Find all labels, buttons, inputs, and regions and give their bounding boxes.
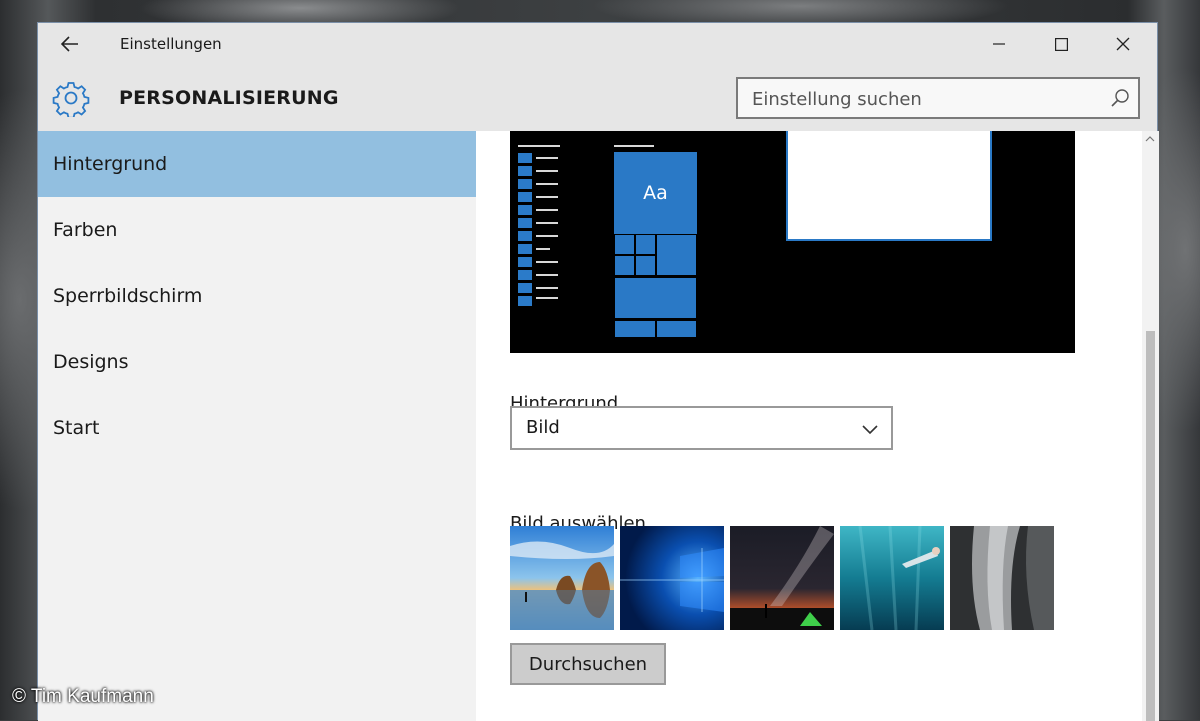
search-box[interactable] xyxy=(736,77,1140,119)
preview-list-icon xyxy=(518,270,532,280)
back-button[interactable] xyxy=(56,31,84,57)
preview-line xyxy=(536,157,558,159)
gear-icon xyxy=(52,82,90,117)
app-title: Einstellungen xyxy=(120,35,222,53)
preview-line xyxy=(536,297,558,299)
background-preview: Aa xyxy=(510,131,1075,353)
preview-line xyxy=(536,235,558,237)
preview-large-tile: Aa xyxy=(614,152,697,234)
preview-line xyxy=(536,248,550,250)
preview-small-tile xyxy=(656,320,697,338)
sidebar-item-hintergrund[interactable]: Hintergrund xyxy=(38,131,476,197)
sidebar: Hintergrund Farben Sperrbildschirm Desig… xyxy=(38,131,476,721)
preview-list-icon xyxy=(518,166,532,176)
search-input[interactable] xyxy=(738,79,1114,119)
scrollbar-thumb[interactable] xyxy=(1146,331,1155,721)
sidebar-item-sperrbildschirm[interactable]: Sperrbildschirm xyxy=(38,263,476,329)
maximize-button[interactable] xyxy=(1038,23,1084,65)
sidebar-item-label: Farben xyxy=(53,219,118,241)
preview-list-icon xyxy=(518,153,532,163)
background-type-dropdown[interactable]: Bild xyxy=(510,406,893,450)
sidebar-item-farben[interactable]: Farben xyxy=(38,197,476,263)
content-pane: Aa Hintergrund Bild Bild auswählen Durch… xyxy=(476,131,1142,721)
preview-small-tile xyxy=(614,234,635,255)
sidebar-item-label: Designs xyxy=(53,351,129,373)
dropdown-value: Bild xyxy=(526,417,560,438)
preview-small-tile xyxy=(635,234,656,255)
sidebar-item-designs[interactable]: Designs xyxy=(38,329,476,395)
thumbnail-rock-cliff[interactable] xyxy=(950,526,1054,630)
preview-line xyxy=(536,287,558,289)
preview-wide-tile xyxy=(614,277,697,319)
preview-small-tile xyxy=(614,255,635,276)
preview-line xyxy=(518,145,560,147)
preview-window xyxy=(786,131,992,241)
settings-header: PERSONALISIERUNG xyxy=(38,65,1157,131)
preview-list-icon xyxy=(518,231,532,241)
preview-list-icon xyxy=(518,179,532,189)
preview-line xyxy=(536,196,558,198)
content-scrollbar[interactable] xyxy=(1142,131,1159,721)
chevron-down-icon xyxy=(862,425,878,435)
settings-window: Einstellungen PERSONALISIERUNG Hinte xyxy=(37,22,1159,721)
preview-list-icon xyxy=(518,244,532,254)
preview-line xyxy=(536,183,558,185)
back-arrow-icon xyxy=(61,36,78,52)
page-title: PERSONALISIERUNG xyxy=(119,87,339,109)
close-icon xyxy=(1116,37,1130,51)
thumbnail-beach-rocks[interactable] xyxy=(510,526,614,630)
browse-button[interactable]: Durchsuchen xyxy=(510,643,666,685)
preview-line xyxy=(536,261,558,263)
sidebar-item-label: Hintergrund xyxy=(53,153,168,175)
thumbnail-milky-way[interactable] xyxy=(730,526,834,630)
preview-list-icon xyxy=(518,192,532,202)
title-bar: Einstellungen xyxy=(38,23,1157,65)
preview-line xyxy=(536,274,558,276)
minimize-icon xyxy=(993,43,1005,45)
preview-list-icon xyxy=(518,218,532,228)
sidebar-item-label: Start xyxy=(53,417,100,439)
close-button[interactable] xyxy=(1100,23,1146,65)
sidebar-item-start[interactable]: Start xyxy=(38,395,476,461)
preview-medium-tile xyxy=(656,234,697,276)
thumbnail-underwater-swimmer[interactable] xyxy=(840,526,944,630)
preview-line xyxy=(614,145,654,147)
preview-line xyxy=(536,209,558,211)
search-icon[interactable] xyxy=(1110,88,1130,108)
thumbnail-windows-logo[interactable] xyxy=(620,526,724,630)
preview-small-tile xyxy=(635,255,656,276)
preview-line xyxy=(536,170,558,172)
maximize-icon xyxy=(1054,37,1068,51)
preview-tile-text: Aa xyxy=(643,182,668,204)
preview-list-icon xyxy=(518,205,532,215)
preview-list-icon xyxy=(518,283,532,293)
preview-list-icon xyxy=(518,257,532,267)
preview-list-icon xyxy=(518,296,532,306)
preview-small-tile xyxy=(614,320,656,338)
copyright-watermark: © Tim Kaufmann xyxy=(12,686,154,707)
scroll-up-icon[interactable] xyxy=(1145,135,1155,143)
minimize-button[interactable] xyxy=(976,23,1022,65)
preview-line xyxy=(536,222,558,224)
sidebar-item-label: Sperrbildschirm xyxy=(53,285,203,307)
